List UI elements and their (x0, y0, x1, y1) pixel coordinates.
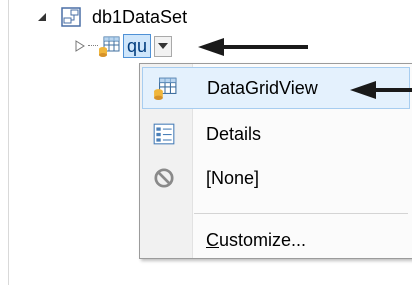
tree-connector (88, 44, 98, 48)
menu-item-label: DataGridView (207, 77, 318, 98)
table-name-label[interactable]: qu (123, 34, 152, 58)
menu-separator (194, 213, 408, 214)
menu-item-label: [None] (206, 167, 260, 188)
dropdown-button[interactable] (154, 35, 173, 57)
tree-node-table[interactable]: qu (74, 33, 173, 59)
collapse-triangle-icon[interactable] (36, 11, 48, 23)
access-key: C (206, 230, 219, 250)
panel-left-border (8, 0, 9, 285)
details-icon (153, 123, 175, 145)
annotation-arrow-datagridview (350, 81, 412, 99)
menu-item-none[interactable]: [None] (142, 157, 410, 199)
annotation-arrow-dropdown (198, 38, 308, 56)
menu-item-label: Details (206, 123, 262, 144)
datagridview-icon (99, 36, 120, 57)
datagridview-icon (154, 77, 177, 100)
menu-item-customize[interactable]: Customize... (206, 220, 306, 260)
chevron-down-icon (158, 43, 169, 49)
menu-item-label: ustomize... (219, 230, 307, 250)
none-icon (154, 168, 174, 188)
menu-item-details[interactable]: Details (142, 113, 410, 155)
tree-node-dataset[interactable]: db1DataSet (36, 5, 187, 29)
dataset-icon (61, 7, 81, 27)
dataset-label: db1DataSet (92, 6, 188, 27)
expand-triangle-icon[interactable] (74, 40, 86, 52)
